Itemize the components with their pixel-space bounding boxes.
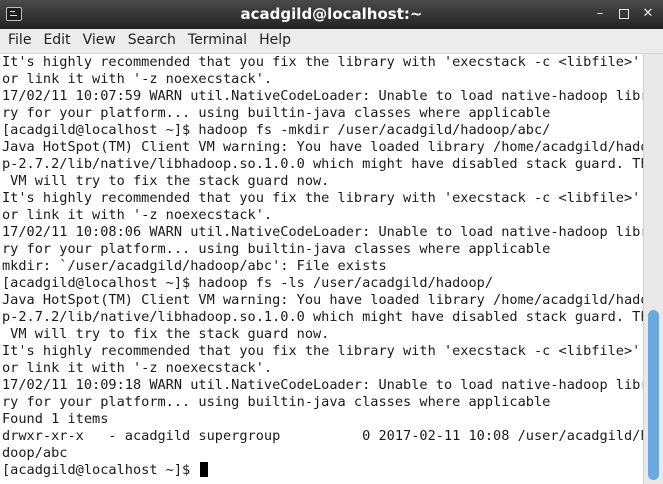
menu-view[interactable]: View: [77, 29, 122, 48]
scrollbar-thumb[interactable]: [648, 310, 659, 480]
menu-help[interactable]: Help: [253, 29, 297, 48]
terminal-line: p-2.7.2/lib/native/libhadoop.so.1.0.0 wh…: [2, 309, 643, 325]
terminal-line: VM will try to fix the stack guard now.: [2, 173, 330, 189]
terminal-line: 17/02/11 10:08:06 WARN util.NativeCodeLo…: [2, 224, 643, 240]
minimize-button[interactable]: –: [591, 5, 609, 23]
text-cursor: [200, 462, 209, 477]
vertical-scrollbar[interactable]: [643, 54, 663, 484]
window-title: acadgild@localhost:~: [240, 5, 423, 23]
terminal-line: ry for your platform... using builtin-ja…: [2, 241, 551, 257]
prompt-line[interactable]: [acadgild@localhost ~]$: [2, 462, 643, 479]
terminal-line: [acadgild@localhost ~]$ hadoop fs -mkdir…: [2, 122, 551, 138]
maximize-icon: [619, 8, 629, 19]
terminal-line: 17/02/11 10:07:59 WARN util.NativeCodeLo…: [2, 88, 643, 104]
terminal-line: p-2.7.2/lib/native/libhadoop.so.1.0.0 wh…: [2, 156, 643, 172]
terminal-line: ry for your platform... using builtin-ja…: [2, 394, 551, 410]
terminal-line: Java HotSpot(TM) Client VM warning: You …: [2, 292, 643, 308]
terminal-line: or link it with '-z noexecstack'.: [2, 207, 273, 223]
terminal-window: acadgild@localhost:~ – ✕ File Edit View Sea…: [0, 0, 663, 484]
menu-edit[interactable]: Edit: [37, 29, 76, 48]
terminal-line: or link it with '-z noexecstack'.: [2, 71, 273, 87]
terminal-line: VM will try to fix the stack guard now.: [2, 326, 330, 342]
menu-search[interactable]: Search: [122, 29, 182, 48]
terminal-line: doop/abc: [2, 445, 68, 461]
terminal-line: 17/02/11 10:09:18 WARN util.NativeCodeLo…: [2, 377, 643, 393]
maximize-button[interactable]: [615, 5, 633, 23]
terminal-line: Found 1 items: [2, 411, 109, 427]
terminal-line: or link it with '-z noexecstack'.: [2, 360, 273, 376]
terminal-line: It's highly recommended that you fix the…: [2, 54, 643, 70]
menu-file[interactable]: File: [2, 29, 37, 48]
terminal-line: [acadgild@localhost ~]$ hadoop fs -ls /u…: [2, 275, 494, 291]
terminal-line: Java HotSpot(TM) Client VM warning: You …: [2, 139, 643, 155]
title-bar[interactable]: acadgild@localhost:~ – ✕: [0, 0, 663, 29]
terminal-line: It's highly recommended that you fix the…: [2, 190, 643, 206]
terminal-line: mkdir: `/user/acadgild/hadoop/abc': File…: [2, 258, 387, 274]
terminal-output[interactable]: It's highly recommended that you fix the…: [0, 54, 643, 484]
close-button[interactable]: ✕: [639, 5, 657, 23]
shell-prompt: [acadgild@localhost ~]$: [2, 462, 199, 478]
terminal-line: ry for your platform... using builtin-ja…: [2, 105, 551, 121]
terminal-lines: It's highly recommended that you fix the…: [2, 54, 643, 479]
menu-bar: File Edit View Search Terminal Help: [0, 29, 663, 54]
menu-items: File Edit View Search Terminal Help: [2, 29, 297, 48]
menu-terminal[interactable]: Terminal: [182, 29, 253, 48]
terminal-line: drwxr-xr-x - acadgild supergroup 0 2017-…: [2, 428, 643, 444]
terminal-line: It's highly recommended that you fix the…: [2, 343, 643, 359]
